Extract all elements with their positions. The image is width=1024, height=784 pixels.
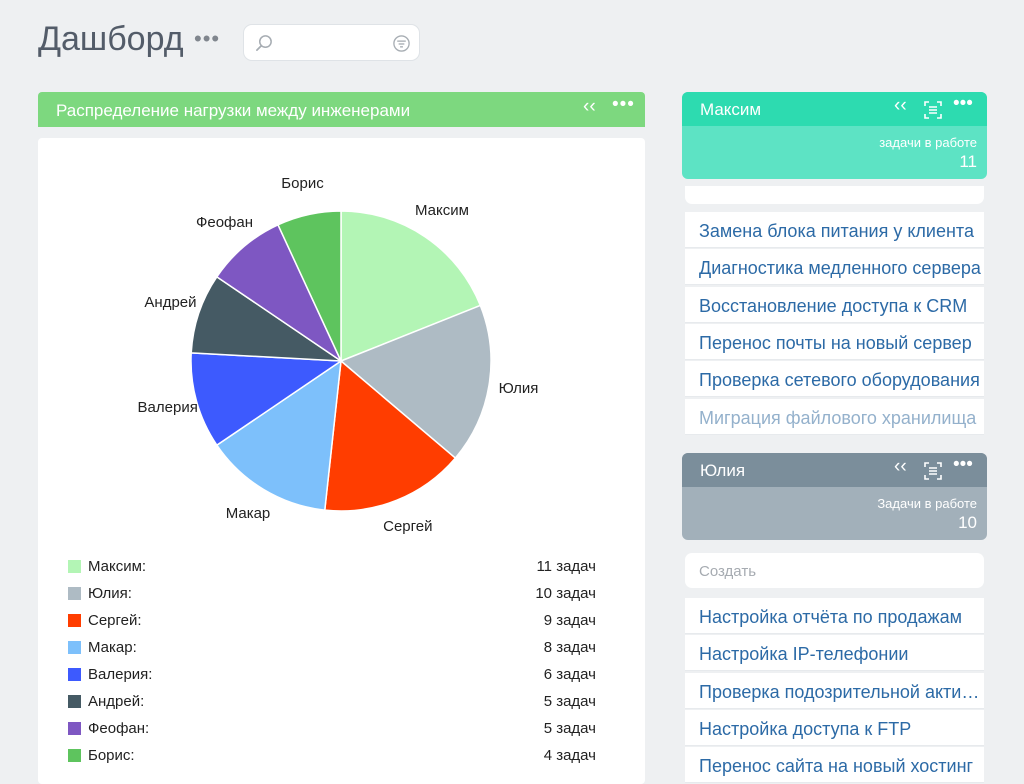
column-header-yulia: Юлия ‹‹ ••• Задачи в работе 10 bbox=[682, 453, 987, 540]
legend-swatch bbox=[68, 560, 81, 573]
legend-swatch bbox=[68, 587, 81, 600]
pie-chart bbox=[190, 210, 492, 512]
legend-name: Макар: bbox=[88, 639, 137, 656]
task-card[interactable]: Замена блока питания у клиента bbox=[685, 212, 984, 248]
column-menu-icon[interactable]: ••• bbox=[953, 93, 973, 115]
task-card[interactable]: Восстановление доступа к CRM bbox=[685, 286, 984, 323]
legend-row: Борис: 4 задач bbox=[68, 747, 608, 767]
search-input[interactable] bbox=[243, 24, 420, 61]
scan-icon[interactable] bbox=[923, 100, 943, 120]
legend-row: Максим: 11 задач bbox=[68, 558, 608, 578]
page-menu-icon[interactable]: ••• bbox=[194, 28, 220, 50]
tasks-in-progress-count: 11 bbox=[959, 152, 977, 171]
tasks-in-progress-count: 10 bbox=[958, 513, 977, 532]
widget-menu-icon[interactable]: ••• bbox=[612, 94, 635, 116]
legend-swatch bbox=[68, 722, 81, 735]
widget-title: Распределение нагрузки между инженерами bbox=[56, 101, 411, 120]
legend-row: Андрей: 5 задач bbox=[68, 693, 608, 713]
tasks-in-progress-label: Задачи в работе bbox=[877, 496, 977, 511]
legend-swatch bbox=[68, 614, 81, 627]
task-card[interactable]: Настройка отчёта по продажам bbox=[685, 598, 984, 634]
legend-name: Сергей: bbox=[88, 612, 142, 629]
legend-value: 5 задач bbox=[543, 720, 596, 737]
scan-icon[interactable] bbox=[923, 461, 943, 481]
column-name: Максим bbox=[700, 100, 762, 119]
legend-swatch bbox=[68, 749, 81, 762]
legend-name: Андрей: bbox=[88, 693, 145, 710]
legend-name: Юлия: bbox=[88, 585, 132, 602]
pie-slice-label: Максим bbox=[415, 202, 469, 220]
legend-row: Юлия: 10 задач bbox=[68, 585, 608, 605]
legend-row: Сергей: 9 задач bbox=[68, 612, 608, 632]
legend-value: 11 задач bbox=[536, 558, 596, 575]
legend-value: 6 задач bbox=[543, 666, 596, 683]
collapse-icon[interactable]: ‹‹ bbox=[894, 95, 907, 117]
pie-slice-label: Андрей bbox=[144, 293, 197, 311]
pie-slice-label: Феофан bbox=[195, 213, 254, 231]
widget-header: Распределение нагрузки между инженерами … bbox=[38, 92, 645, 127]
legend-row: Макар: 8 задач bbox=[68, 639, 608, 659]
collapse-icon[interactable]: ‹‹ bbox=[583, 96, 596, 118]
task-card[interactable]: Перенос сайта на новый хостинг bbox=[685, 747, 984, 784]
task-card[interactable]: Диагностика медленного сервера bbox=[685, 249, 984, 286]
legend-name: Борис: bbox=[88, 747, 135, 764]
legend-name: Максим: bbox=[88, 558, 147, 575]
legend-value: 9 задач bbox=[543, 612, 596, 629]
collapse-icon[interactable]: ‹‹ bbox=[894, 456, 907, 478]
pie-slice-label: Валерия bbox=[137, 399, 198, 417]
legend-name: Феофан: bbox=[88, 720, 150, 737]
legend-row: Валерия: 6 задач bbox=[68, 666, 608, 686]
task-card[interactable]: Настройка IP-телефонии bbox=[685, 635, 984, 672]
task-card[interactable]: Проверка сетевого оборудования bbox=[685, 361, 984, 398]
create-task-button[interactable]: Создать bbox=[685, 553, 984, 588]
task-card[interactable]: Настройка доступа к FTP bbox=[685, 709, 984, 746]
task-card[interactable]: Перенос почты на новый сервер bbox=[685, 323, 984, 360]
filter-icon[interactable] bbox=[392, 34, 411, 53]
chart-panel: Максим Юлия Сергей Макар Валерия Андрей Феофан… bbox=[38, 138, 645, 784]
legend-value: 4 задач bbox=[543, 747, 596, 764]
pie-slice-label: Юлия bbox=[498, 380, 539, 398]
pie-slice-label: Борис bbox=[281, 175, 324, 193]
legend-value: 5 задач bbox=[543, 693, 596, 710]
search-icon bbox=[256, 35, 272, 52]
pie-slice-label: Сергей bbox=[383, 518, 433, 536]
legend-name: Валерия: bbox=[88, 666, 153, 683]
tasks-in-progress-label: задачи в работе bbox=[879, 135, 977, 150]
column-header-maxim: Максим ‹‹ ••• задачи в работе 11 bbox=[682, 92, 987, 179]
create-card-partial[interactable] bbox=[685, 186, 984, 204]
task-card[interactable]: Проверка подозрительной активности bbox=[685, 672, 984, 709]
legend-swatch bbox=[68, 695, 81, 708]
legend-value: 8 задач bbox=[543, 639, 596, 656]
legend-swatch bbox=[68, 641, 81, 654]
pie-slice-label: Макар bbox=[225, 505, 271, 523]
task-card[interactable]: Миграция файлового хранилища bbox=[685, 398, 984, 435]
legend-value: 10 задач bbox=[535, 585, 596, 602]
column-name: Юлия bbox=[700, 461, 746, 480]
column-menu-icon[interactable]: ••• bbox=[953, 454, 973, 476]
page-title: Дашборд bbox=[38, 20, 184, 58]
legend-swatch bbox=[68, 668, 81, 681]
legend-row: Феофан: 5 задач bbox=[68, 720, 608, 740]
